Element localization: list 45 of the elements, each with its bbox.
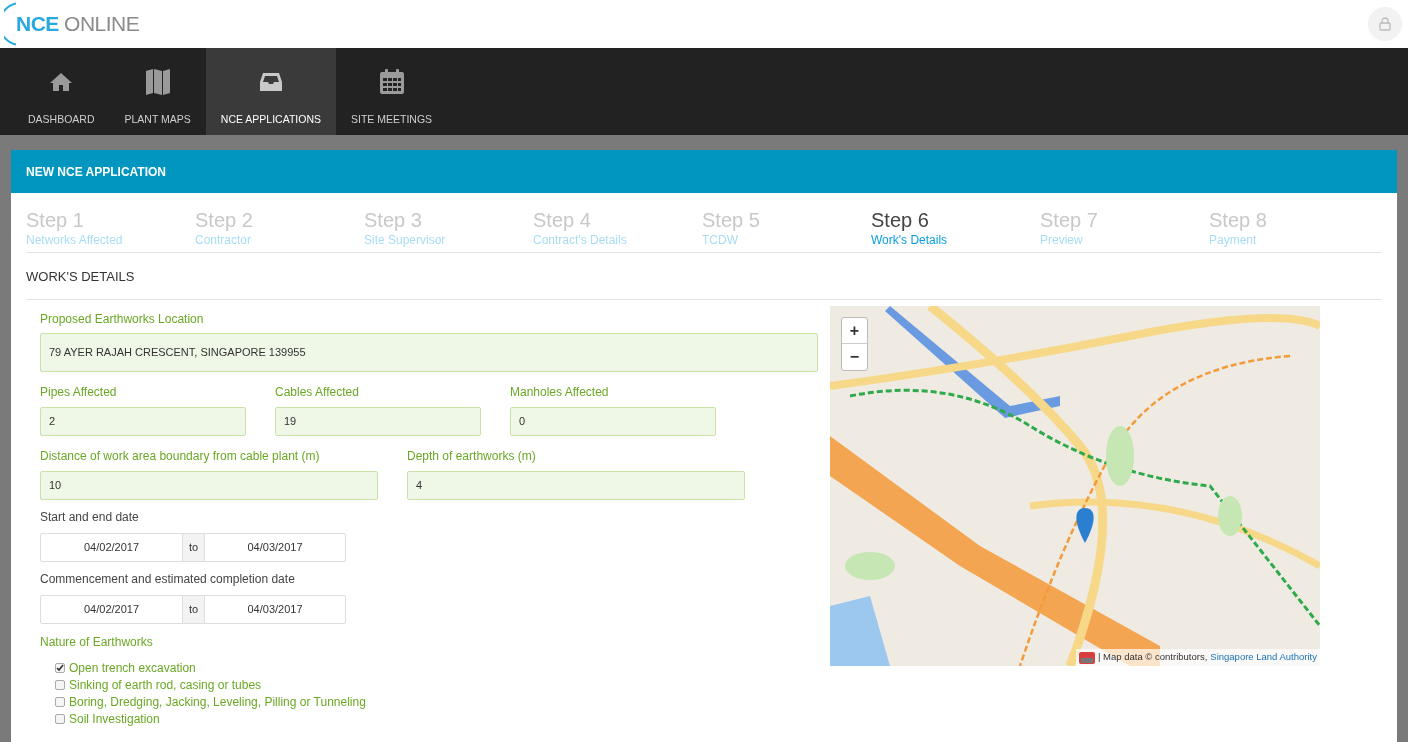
attribution-text: | Map data © contributors, <box>1098 650 1208 665</box>
checkbox[interactable] <box>55 662 65 673</box>
input-field[interactable]: 2 <box>40 407 246 436</box>
checkbox[interactable] <box>55 713 65 724</box>
section-title: WORK'S DETAILS <box>26 269 135 284</box>
input-field[interactable]: 10 <box>40 471 378 500</box>
map-icon <box>144 68 171 96</box>
checkbox[interactable] <box>55 679 65 690</box>
date-field[interactable]: 04/03/2017 <box>204 533 346 562</box>
map-logo-icon <box>1079 651 1095 664</box>
nav-tab[interactable]: DASHBOARD <box>13 48 110 135</box>
range-separator: to <box>183 533 204 562</box>
inbox-icon <box>258 72 283 92</box>
nav-tab[interactable]: NCE APPLICATIONS <box>205 48 336 135</box>
field-label: Cables Affected <box>275 384 360 401</box>
step-tab[interactable]: Step 6 Work's Details <box>871 208 1040 248</box>
input-field[interactable]: 79 AYER RAJAH CRESCENT, SINGAPORE 139955 <box>40 333 818 372</box>
date-field[interactable]: 04/02/2017 <box>40 595 183 624</box>
input-field[interactable]: 4 <box>407 471 745 500</box>
input-field[interactable]: 19 <box>275 407 481 436</box>
range-separator: to <box>183 595 204 624</box>
field-label: Nature of Earthworks <box>40 634 154 651</box>
field-label: Start and end date <box>40 509 140 526</box>
panel-header: NEW NCE APPLICATION <box>11 150 1397 193</box>
checkbox[interactable] <box>55 696 65 707</box>
logo-text: NCE ONLINE <box>16 11 140 38</box>
nav-tab[interactable]: PLANT MAPS <box>109 48 206 135</box>
calendar-icon <box>378 69 405 95</box>
field-label: Depth of earthworks (m) <box>407 448 537 465</box>
input-field[interactable]: 0 <box>510 407 716 436</box>
field-label: Commencement and estimated completion date <box>40 571 296 588</box>
zoom-in-button[interactable]: + <box>842 318 867 344</box>
date-field[interactable]: 04/02/2017 <box>40 533 183 562</box>
field-label: Proposed Earthworks Location <box>40 311 205 328</box>
attribution-link[interactable]: Singapore Land Authority <box>1210 650 1317 665</box>
lock-icon <box>1379 17 1391 31</box>
date-field[interactable]: 04/03/2017 <box>204 595 346 624</box>
field-label: Distance of work area boundary from cable plant (m) <box>40 448 321 465</box>
home-icon <box>49 72 74 92</box>
zoom-out-button[interactable]: − <box>842 344 867 370</box>
user-button[interactable] <box>1368 7 1402 41</box>
field-label: Manholes Affected <box>510 384 610 401</box>
logo-ring-icon <box>4 2 16 46</box>
field-label: Pipes Affected <box>40 384 118 401</box>
nav-tab[interactable]: SITE MEETINGS <box>336 48 448 135</box>
